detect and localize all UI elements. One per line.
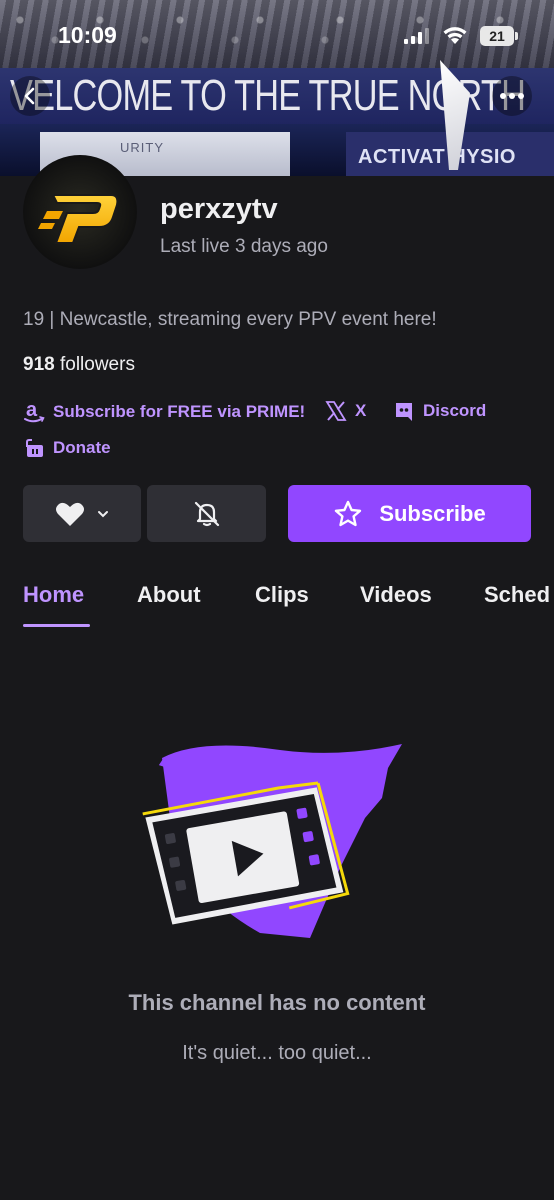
tab-clips[interactable]: Clips (255, 582, 309, 608)
back-button[interactable] (10, 76, 50, 116)
link-discord[interactable]: Discord (393, 400, 486, 422)
channel-tabs: Home About Clips Videos Sched (0, 580, 554, 628)
link-prime-subscribe[interactable]: a Subscribe for FREE via PRIME! (23, 400, 305, 424)
tab-schedule[interactable]: Sched (484, 582, 550, 608)
last-live-status: Last live 3 days ago (160, 236, 328, 257)
tab-videos[interactable]: Videos (360, 582, 432, 608)
banner-sign: VELCOME TO THE TRUE NORTH (0, 68, 554, 124)
channel-bio: 19 | Newcastle, streaming every PPV even… (23, 309, 437, 330)
tab-about[interactable]: About (137, 582, 201, 608)
streamlabs-icon (26, 439, 43, 457)
link-label: Donate (53, 438, 111, 457)
follow-button[interactable] (23, 485, 141, 542)
tab-home[interactable]: Home (23, 582, 84, 608)
empty-state-title: This channel has no content (128, 990, 426, 1015)
link-donate[interactable]: Donate (23, 437, 111, 459)
more-options-button[interactable] (492, 76, 532, 116)
star-icon (335, 500, 362, 526)
link-label: Discord (423, 401, 487, 420)
no-content-illustration (142, 744, 402, 938)
svg-text:a: a (26, 400, 38, 421)
battery-icon: 21 (480, 26, 518, 46)
more-horizontal-icon (500, 93, 524, 99)
empty-state-subtitle: It's quiet... too quiet... (182, 1042, 372, 1064)
discord-icon (396, 403, 412, 421)
subscribe-button[interactable]: Subscribe (288, 485, 531, 542)
channel-avatar[interactable] (23, 155, 137, 269)
bell-off-icon (194, 501, 219, 526)
status-bar: 10:09 21 (0, 0, 554, 70)
link-label: Subscribe for FREE via PRIME! (53, 402, 306, 421)
subscribe-label: Subscribe (379, 500, 486, 526)
link-label: X (355, 401, 367, 420)
link-x[interactable]: X (325, 400, 366, 422)
chevron-down-icon (98, 510, 108, 517)
followers-label: followers (59, 354, 135, 375)
notifications-button[interactable] (147, 485, 266, 542)
wifi-icon (443, 27, 467, 44)
status-time: 10:09 (58, 22, 117, 48)
channel-logo (38, 194, 119, 244)
channel-name: perxzytv (160, 193, 278, 225)
cellular-signal-icon (404, 28, 429, 44)
heart-icon (56, 502, 84, 526)
chevron-left-icon (24, 87, 35, 105)
x-logo-icon (325, 401, 347, 421)
followers-number: 918 (23, 354, 55, 375)
active-tab-indicator (23, 624, 90, 627)
followers-count: 918 followers (23, 354, 135, 376)
amazon-icon: a (24, 400, 45, 423)
